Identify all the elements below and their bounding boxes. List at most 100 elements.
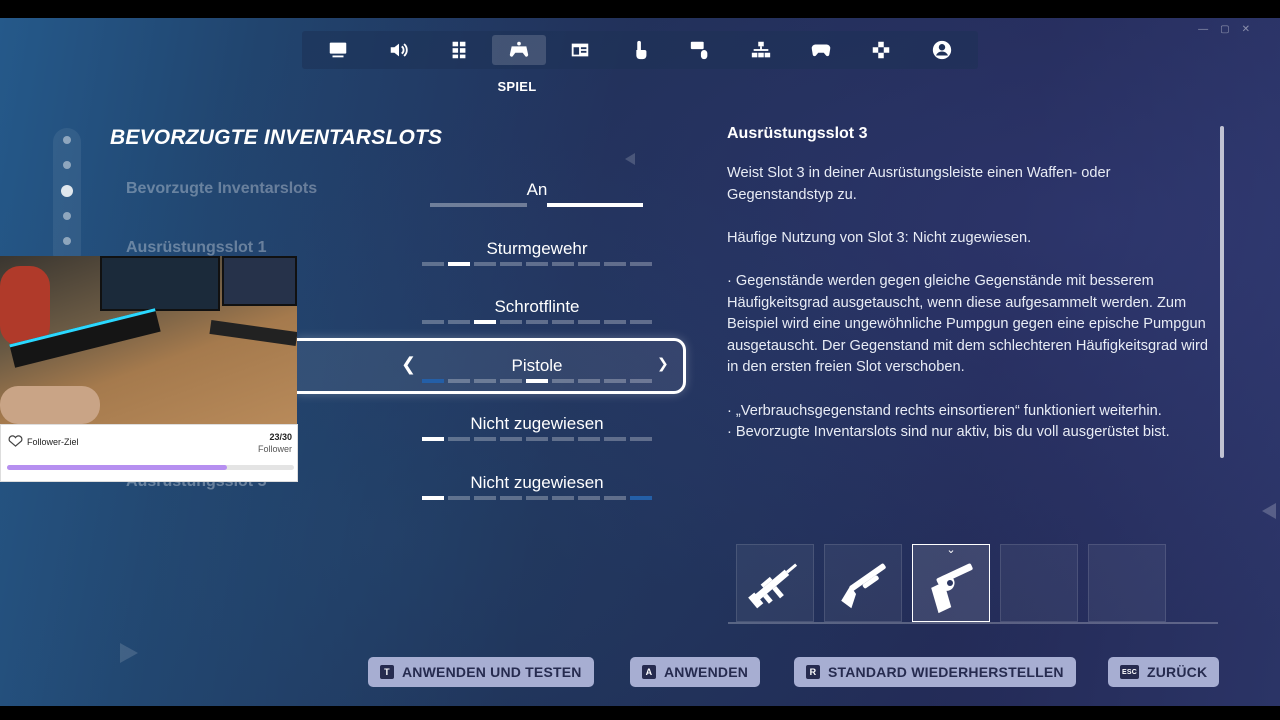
toggle-indicator	[430, 203, 643, 207]
network-icon	[751, 41, 770, 58]
key-hint-esc: ESC	[1120, 665, 1139, 679]
setting-value-slot-1[interactable]: Sturmgewehr	[420, 239, 654, 259]
option-indicator	[422, 379, 652, 383]
account-icon	[932, 40, 951, 60]
follower-count-unit: Follower	[257, 444, 292, 454]
game-hand-icon	[510, 41, 529, 57]
setting-value-slot-3[interactable]: Pistole	[420, 356, 654, 376]
apply-label: ANWENDEN	[664, 664, 749, 680]
loadout-slot-3-selected: ⌄	[912, 544, 990, 622]
slots-divider	[728, 622, 1218, 624]
webcam-monitor	[222, 256, 297, 306]
loadout-slots: ⌄	[736, 544, 1166, 622]
section-dot[interactable]	[63, 161, 71, 169]
chevron-down-icon: ⌄	[946, 544, 956, 556]
follower-progress-bar	[7, 465, 294, 470]
webcam-pen	[209, 320, 297, 346]
loadout-slot-4-empty	[1000, 544, 1078, 622]
detail-paragraph: · Gegenstände werden gegen gleiche Gegen…	[727, 272, 1209, 376]
settings-tab-bar	[302, 31, 978, 69]
touch-icon	[636, 40, 647, 60]
back-button[interactable]: ESC ZURÜCK	[1108, 657, 1220, 687]
setting-value-slot-5[interactable]: Nicht zugewiesen	[420, 473, 654, 493]
option-indicator	[422, 320, 652, 324]
revolver-icon	[931, 563, 973, 614]
key-hint-r: R	[806, 665, 820, 679]
heart-hand-icon	[8, 435, 23, 447]
key-hint-t: T	[380, 665, 394, 679]
tab-network[interactable]	[734, 35, 788, 65]
section-dot[interactable]	[63, 237, 71, 245]
section-dot[interactable]	[63, 212, 71, 220]
settings-screen: — ▢ ✕ SPIEL BEVORZUGTE INVENTARSLOTS Bev…	[0, 18, 1280, 706]
detail-paragraph: Häufige Nutzung von Slot 3: Nicht zugewi…	[727, 229, 1032, 246]
chevron-left-icon[interactable]: ❮	[401, 354, 416, 375]
active-tab-label: SPIEL	[497, 79, 537, 94]
tab-controller-binds[interactable]	[854, 35, 908, 65]
reset-defaults-label: STANDARD WIEDERHERSTELLEN	[828, 664, 1064, 680]
loadout-slot-2	[824, 544, 902, 622]
webcam-overlay	[0, 256, 297, 424]
row-label-preferred-slots: Bevorzugte Inventarslots	[126, 180, 318, 197]
section-title: BEVORZUGTE INVENTARSLOTS	[110, 126, 443, 149]
back-label: ZURÜCK	[1147, 664, 1208, 680]
dpad-icon	[873, 41, 890, 59]
grid-icon	[452, 41, 466, 59]
setting-value-slot-2[interactable]: Schrotflinte	[420, 297, 654, 317]
chevron-right-icon[interactable]: ❯	[657, 355, 669, 372]
detail-paragraph: · „Verbrauchsgegenstand rechts einsortie…	[727, 402, 1162, 419]
tab-keyboard-mouse[interactable]	[673, 35, 727, 65]
webcam-person	[0, 266, 50, 346]
detail-paragraph: Weist Slot 3 in deiner Ausrüstungsleiste…	[727, 165, 1111, 203]
setting-value-preferred-slots[interactable]: An	[420, 180, 654, 200]
minimize-button[interactable]: —	[1198, 24, 1208, 35]
apply-and-test-button[interactable]: T ANWENDEN UND TESTEN	[368, 657, 594, 687]
maximize-button[interactable]: ▢	[1220, 24, 1229, 35]
follower-goal-widget: Follower-Ziel 23/30 Follower	[0, 424, 298, 482]
section-scroll-indicator	[53, 128, 81, 268]
decor-triangle	[625, 153, 635, 165]
loadout-slot-1	[736, 544, 814, 622]
loadout-slot-5-empty	[1088, 544, 1166, 622]
key-hint-a: A	[642, 665, 656, 679]
tab-touch[interactable]	[613, 35, 667, 65]
option-indicator	[422, 496, 652, 500]
shotgun-icon	[841, 563, 886, 609]
decor-triangle	[120, 643, 138, 663]
decor-triangle	[1262, 503, 1276, 519]
option-indicator	[422, 262, 652, 266]
section-dot[interactable]	[63, 136, 71, 144]
follower-count: 23/30 Follower	[258, 431, 292, 455]
detail-title: Ausrüstungsslot 3	[727, 125, 868, 142]
detail-paragraph: · Bevorzugte Inventarslots sind nur akti…	[727, 424, 1170, 441]
reset-defaults-button[interactable]: R STANDARD WIEDERHERSTELLEN	[794, 657, 1076, 687]
follower-count-value: 23/30	[269, 432, 292, 442]
description-scrollbar[interactable]	[1220, 126, 1224, 458]
tab-game[interactable]	[492, 35, 547, 65]
speaker-icon	[390, 43, 408, 57]
webcam-hand	[0, 386, 100, 424]
apply-button[interactable]: A ANWENDEN	[630, 657, 761, 687]
detail-description: Weist Slot 3 in deiner Ausrüstungsleiste…	[727, 163, 1215, 444]
tab-hud[interactable]	[553, 35, 607, 65]
section-dot-active[interactable]	[61, 185, 73, 197]
row-label-slot-1: Ausrüstungsslot 1	[126, 239, 267, 256]
tab-audio[interactable]	[372, 35, 426, 65]
option-indicator	[422, 437, 652, 441]
window-icon	[571, 43, 588, 57]
tab-display[interactable]	[311, 35, 365, 65]
follower-progress-fill	[7, 465, 228, 470]
tab-controller[interactable]	[794, 35, 848, 65]
close-button[interactable]: ✕	[1242, 24, 1250, 35]
apply-and-test-label: ANWENDEN UND TESTEN	[402, 664, 582, 680]
window-controls: — ▢ ✕	[1198, 24, 1250, 35]
keyboard-mouse-icon	[691, 41, 708, 60]
tab-account[interactable]	[915, 35, 969, 65]
tab-accessibility[interactable]	[432, 35, 486, 65]
webcam-monitor	[100, 256, 220, 311]
gamepad-icon	[811, 44, 831, 57]
monitor-icon	[329, 42, 347, 58]
follower-goal-label: Follower-Ziel	[27, 437, 79, 447]
assault-rifle-icon	[748, 563, 798, 609]
setting-value-slot-4[interactable]: Nicht zugewiesen	[420, 414, 654, 434]
